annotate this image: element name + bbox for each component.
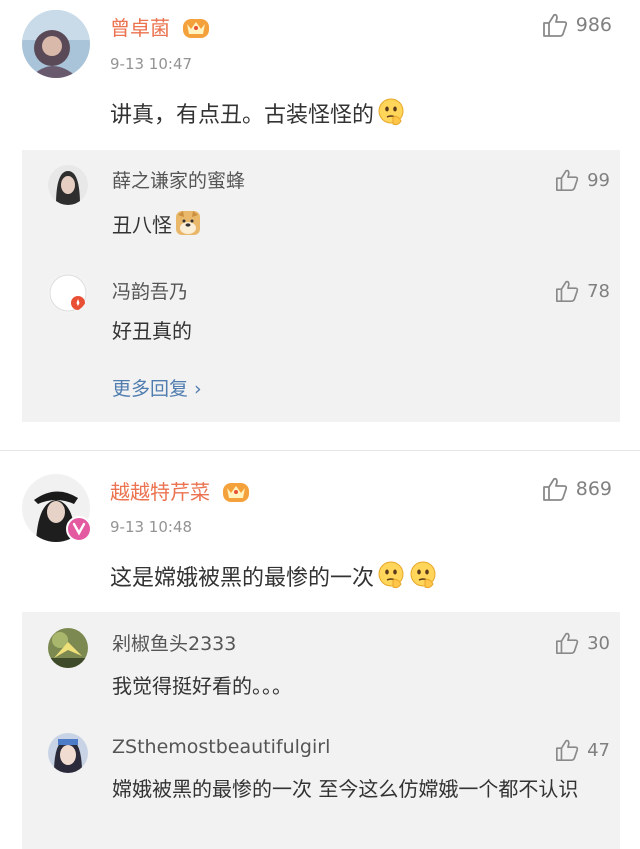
comment-username[interactable]: 曾卓菌 [110,12,210,41]
reply-username[interactable]: ZSthemostbeautifulgirl [112,736,330,758]
thumbs-up-icon [542,477,567,501]
thinking-emoji-icon [378,98,404,126]
like-count: 78 [587,280,610,302]
like-count: 869 [575,478,612,500]
comment-username[interactable]: 越越特芹菜 [110,476,250,505]
reply-container: 薛之谦家的蜜蜂 99 丑八怪 冯韵吾乃 78 好丑真的 更多回复 › [22,150,620,422]
avatar[interactable] [22,10,90,78]
comment-timestamp: 9-13 10:47 [110,55,193,73]
reply-username[interactable]: 冯韵吾乃 [112,277,188,304]
comment-timestamp: 9-13 10:48 [110,518,193,536]
thumbs-up-icon [556,169,579,191]
avatar[interactable] [48,628,88,668]
reply-text: 好丑真的 [112,319,192,343]
thinking-emoji-icon [410,561,436,589]
like-button[interactable]: 30 [555,629,610,657]
like-count: 30 [587,632,610,654]
comment-text: 这是嫦娥被黑的最惨的一次 [110,560,438,592]
like-button[interactable]: 99 [555,166,610,194]
comment-item: 曾卓菌 9-13 10:47 986 讲真，有点丑。古装怪怪的 薛之谦家的蜜蜂 … [0,0,640,440]
avatar[interactable] [48,273,88,313]
reply-text: 丑八怪 [112,208,202,242]
reply-container: 剁椒鱼头2333 30 我觉得挺好看的。。。 ZSthemostbeautifu… [22,612,620,849]
reply-username[interactable]: 薛之谦家的蜜蜂 [112,166,245,193]
like-count: 47 [587,739,610,761]
thumbs-up-icon [556,280,579,302]
avatar[interactable] [48,733,88,773]
like-button[interactable]: 78 [555,277,610,305]
like-count: 986 [575,14,612,36]
thumbs-up-icon [556,739,579,761]
like-count: 99 [587,169,610,191]
reply-text: 我觉得挺好看的。。。 [112,674,292,698]
avatar[interactable] [48,165,88,205]
reply-text: 嫦娥被黑的最惨的一次 至今这么仿嫦娥一个都不认识 [112,777,579,801]
like-button[interactable]: 47 [555,736,610,764]
crown-icon [223,483,250,502]
divider [0,450,640,451]
thumbs-up-icon [556,632,579,654]
crown-icon [183,19,210,38]
thumbs-up-icon [542,13,567,37]
like-button[interactable]: 869 [542,474,612,504]
thinking-emoji-icon [378,561,404,589]
vip-badge-icon [66,516,92,542]
doge-emoji-icon [176,211,200,235]
like-button[interactable]: 986 [542,10,612,40]
reply-username[interactable]: 剁椒鱼头2333 [112,629,236,656]
more-replies-link[interactable]: 更多回复 › [112,374,202,401]
comment-text: 讲真，有点丑。古装怪怪的 [110,97,406,129]
comment-item: 越越特芹菜 9-13 10:48 869 这是嫦娥被黑的最惨的一次 剁椒鱼头23… [0,460,640,849]
